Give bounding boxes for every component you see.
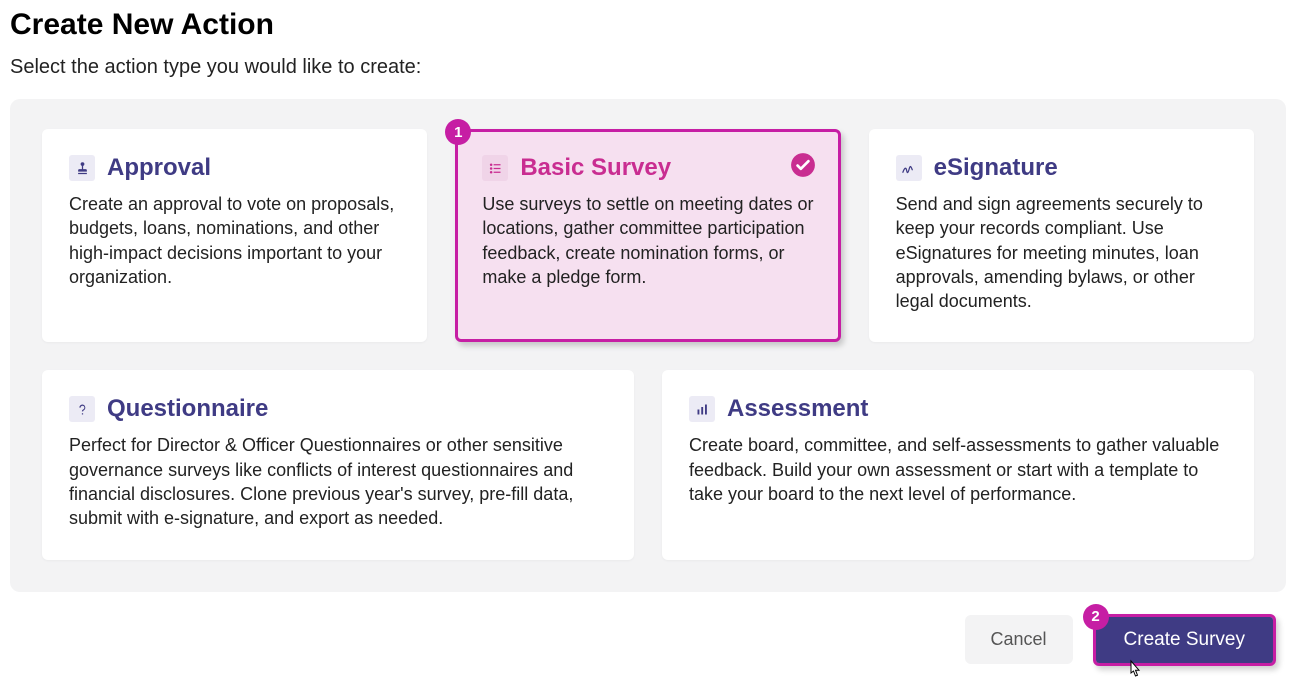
card-header: Approval	[69, 154, 400, 182]
options-row-bottom: Questionnaire Perfect for Director & Off…	[42, 370, 1254, 559]
card-basic-survey[interactable]: 1 Basic Survey Use surveys to settle on	[455, 129, 840, 342]
options-panel: Approval Create an approval to vote on p…	[10, 99, 1286, 592]
signature-icon	[896, 155, 922, 181]
card-header: Assessment	[689, 395, 1227, 423]
subtitle: Select the action type you would like to…	[10, 56, 1286, 79]
cursor-pointer-icon	[1124, 659, 1144, 683]
card-assessment[interactable]: Assessment Create board, committee, and …	[662, 370, 1254, 559]
options-row-top: Approval Create an approval to vote on p…	[42, 129, 1254, 342]
card-approval[interactable]: Approval Create an approval to vote on p…	[42, 129, 427, 342]
card-desc: Create board, committee, and self-assess…	[689, 433, 1227, 506]
card-desc: Create an approval to vote on proposals,…	[69, 192, 400, 289]
card-header: Basic Survey	[482, 154, 813, 182]
cancel-button[interactable]: Cancel	[965, 615, 1073, 664]
card-desc: Use surveys to settle on meeting dates o…	[482, 192, 813, 289]
step-badge-1: 1	[445, 119, 471, 145]
create-button-highlight: 2 Create Survey	[1093, 614, 1276, 666]
create-survey-button[interactable]: Create Survey	[1096, 617, 1273, 663]
card-title: eSignature	[934, 154, 1058, 182]
step-badge-2: 2	[1083, 604, 1109, 630]
chart-icon	[689, 396, 715, 422]
page-title: Create New Action	[10, 8, 1286, 42]
card-title: Approval	[107, 154, 211, 182]
card-desc: Perfect for Director & Officer Questionn…	[69, 433, 607, 530]
card-title: Assessment	[727, 395, 868, 423]
card-esignature[interactable]: eSignature Send and sign agreements secu…	[869, 129, 1254, 342]
question-icon	[69, 396, 95, 422]
card-desc: Send and sign agreements securely to kee…	[896, 192, 1227, 313]
card-questionnaire[interactable]: Questionnaire Perfect for Director & Off…	[42, 370, 634, 559]
card-header: Questionnaire	[69, 395, 607, 423]
card-title: Questionnaire	[107, 395, 268, 423]
stamp-icon	[69, 155, 95, 181]
check-circle-icon	[790, 152, 816, 178]
list-icon	[482, 155, 508, 181]
card-header: eSignature	[896, 154, 1227, 182]
card-title: Basic Survey	[520, 154, 671, 182]
footer: Cancel 2 Create Survey	[10, 614, 1286, 666]
